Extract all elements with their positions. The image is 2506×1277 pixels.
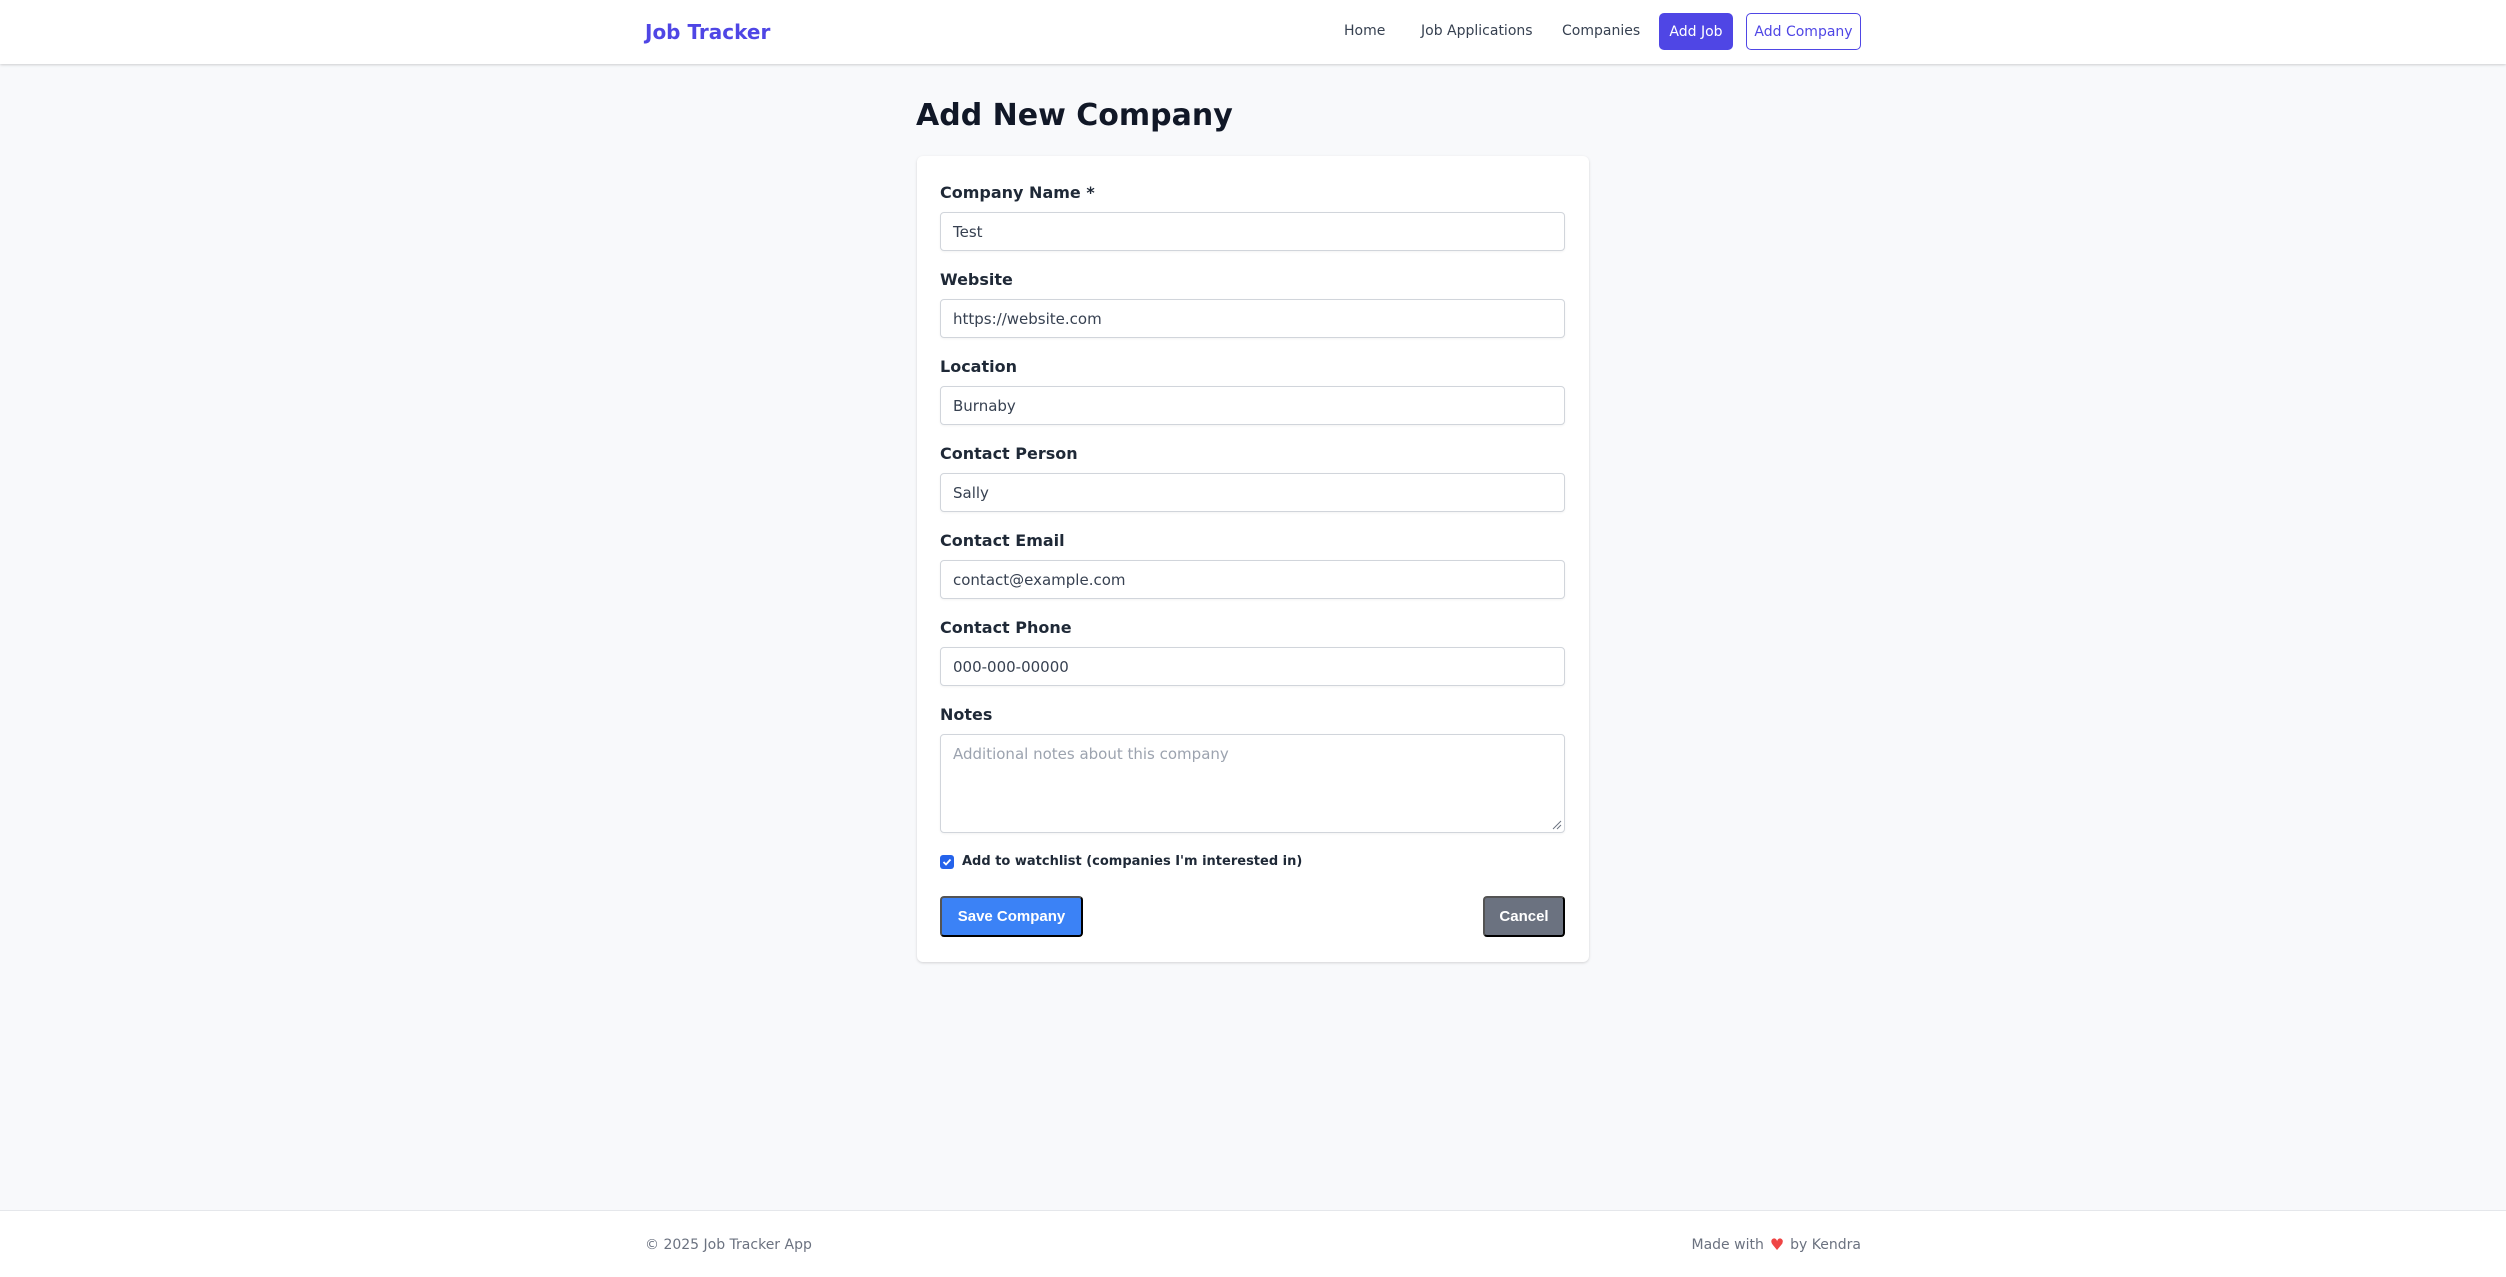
contact-email-label: Contact Email: [940, 531, 1065, 550]
company-name-label: Company Name *: [940, 183, 1095, 202]
navbar: Job Tracker Home Job Applications Compan…: [0, 0, 2506, 64]
resize-grip-icon[interactable]: [1550, 818, 1562, 830]
footer-credit: Made with ♥ by Kendra: [1691, 1235, 1861, 1254]
heart-icon: ♥: [1769, 1235, 1785, 1254]
add-job-button[interactable]: Add Job: [1659, 13, 1733, 50]
made-with-prefix: Made with: [1691, 1237, 1764, 1253]
contact-person-input[interactable]: Sally: [940, 473, 1565, 512]
notes-textarea[interactable]: Additional notes about this company: [940, 734, 1565, 833]
brand-logo[interactable]: Job Tracker: [645, 20, 770, 44]
watchlist-label: Add to watchlist (companies I'm interest…: [962, 854, 1303, 869]
save-company-button[interactable]: Save Company: [940, 896, 1083, 937]
company-name-input[interactable]: Test: [940, 212, 1565, 251]
location-input[interactable]: Burnaby: [940, 386, 1565, 425]
notes-label: Notes: [940, 705, 993, 724]
page-title: Add New Company: [916, 98, 1233, 133]
contact-phone-label: Contact Phone: [940, 618, 1072, 637]
footer-copyright: © 2025 Job Tracker App: [645, 1237, 812, 1253]
nav-home[interactable]: Home: [1344, 23, 1385, 39]
nav-job-applications[interactable]: Job Applications: [1421, 23, 1533, 39]
cancel-button[interactable]: Cancel: [1483, 896, 1565, 937]
website-input[interactable]: https://website.com: [940, 299, 1565, 338]
notes-placeholder: Additional notes about this company: [953, 745, 1229, 763]
watchlist-checkbox[interactable]: [940, 854, 954, 869]
footer: © 2025 Job Tracker App Made with ♥ by Ke…: [0, 1210, 2506, 1277]
location-label: Location: [940, 357, 1017, 376]
made-with-suffix: by Kendra: [1790, 1237, 1861, 1253]
watchlist-option[interactable]: Add to watchlist (companies I'm interest…: [940, 854, 1302, 869]
nav-companies[interactable]: Companies: [1562, 23, 1640, 39]
company-form-card: Company Name * Test Website https://webs…: [917, 156, 1589, 962]
website-label: Website: [940, 270, 1013, 289]
add-company-button[interactable]: Add Company: [1746, 13, 1861, 50]
contact-phone-input[interactable]: 000-000-00000: [940, 647, 1565, 686]
contact-email-input[interactable]: contact@example.com: [940, 560, 1565, 599]
checkmark-icon: [942, 858, 952, 866]
contact-person-label: Contact Person: [940, 444, 1078, 463]
